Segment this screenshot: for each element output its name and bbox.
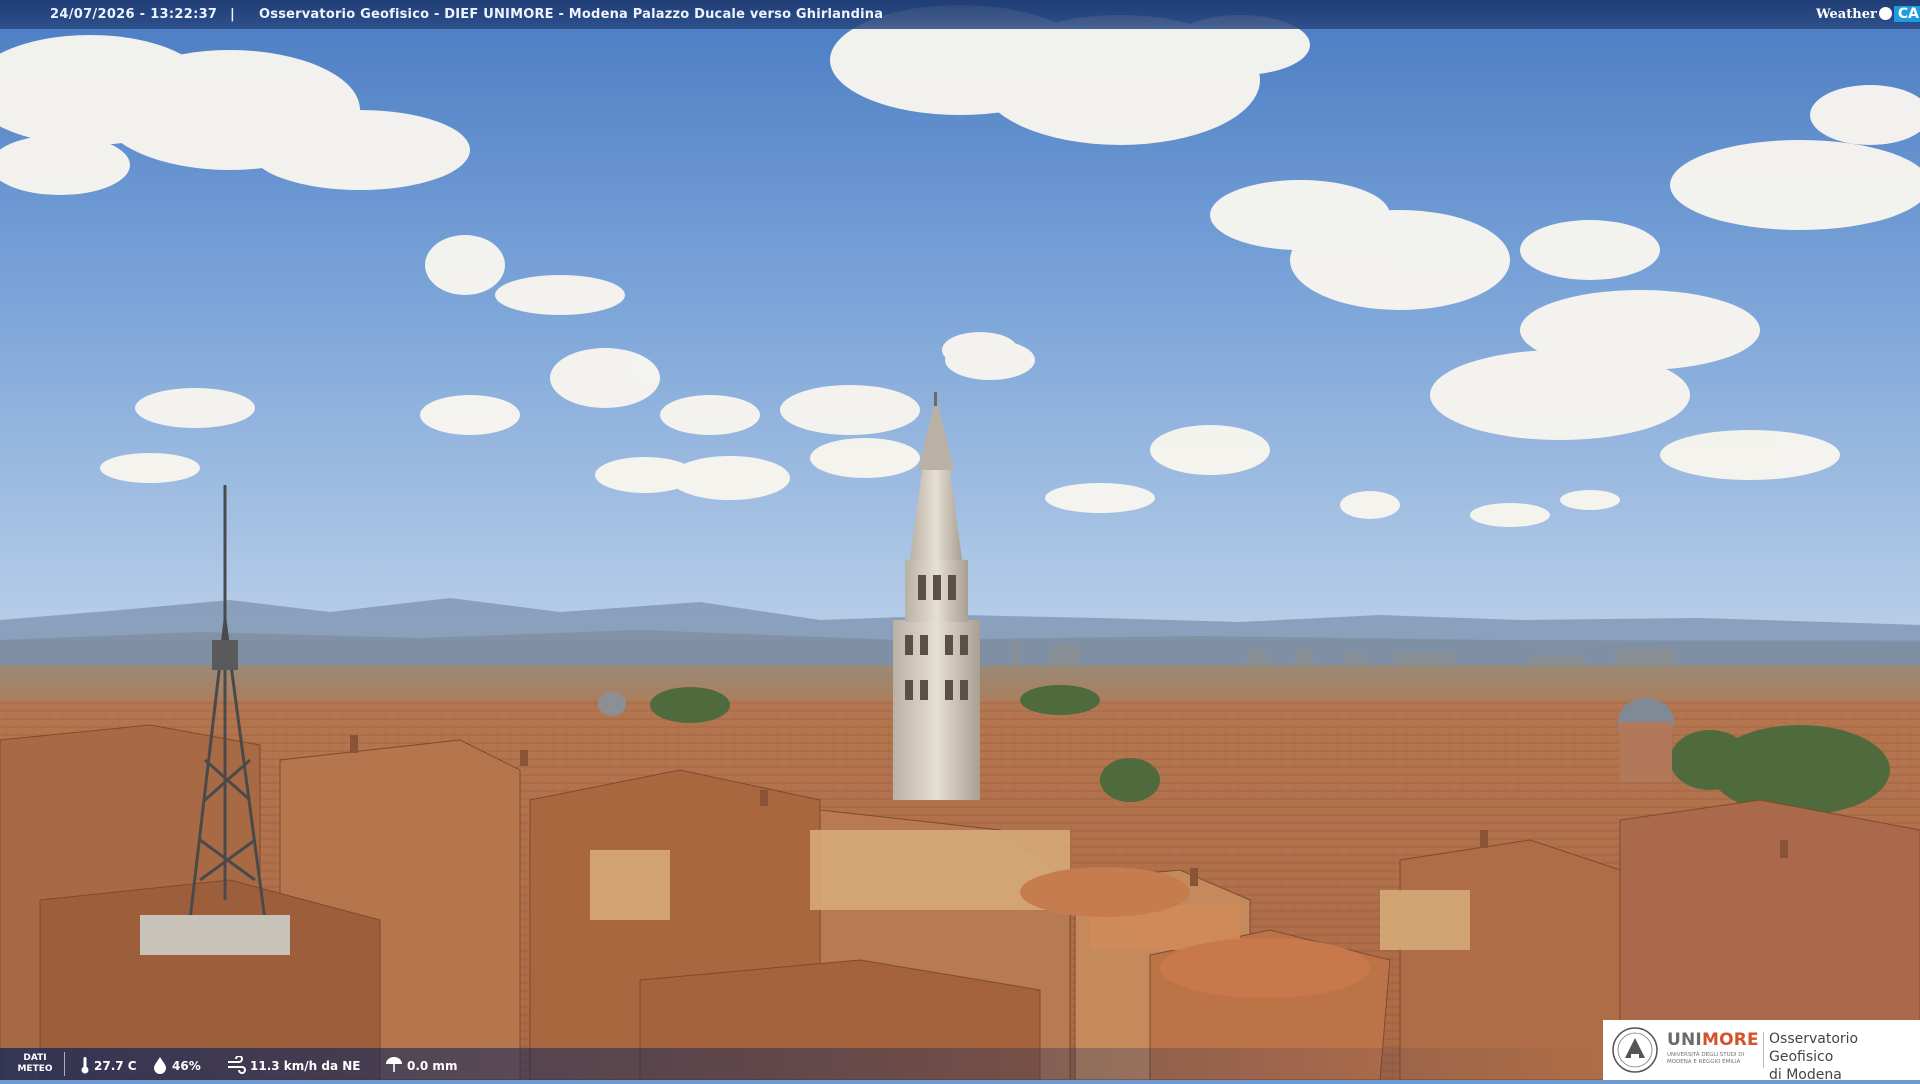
wind-icon <box>228 1055 246 1074</box>
thermometer-icon <box>81 1057 89 1074</box>
rain-icon <box>386 1057 402 1072</box>
observatory-line-2: di Modena <box>1769 1067 1842 1083</box>
rain-value: 0.0 mm <box>407 1059 458 1073</box>
logo-divider <box>1763 1032 1764 1068</box>
meteo-label: DATI METEO <box>17 1053 53 1074</box>
observatory-name: Osservatorio Geofisico di Modena <box>1769 1030 1920 1084</box>
logo-dot-icon <box>1878 7 1892 20</box>
observatory-line-1: Osservatorio Geofisico <box>1769 1031 1859 1065</box>
droplet-icon <box>154 1057 166 1074</box>
location-title: Osservatorio Geofisico - DIEF UNIMORE - … <box>259 7 884 22</box>
rain-reading: 0.0 mm <box>385 1056 457 1074</box>
unimore-wordmark: UNIMORE <box>1667 1030 1759 1050</box>
logo-cam-text: CAM <box>1893 6 1920 22</box>
wind-reading: 11.3 km/h da NE <box>226 1055 361 1074</box>
wind-value: 11.3 km/h da NE <box>250 1059 361 1073</box>
top-status-bar: 24/07/2026 - 13:22:37 | Osservatorio Geo… <box>0 0 1920 29</box>
unimore-uni: UNI <box>1667 1030 1702 1050</box>
mast-base <box>140 915 290 955</box>
unimore-logo-box: UNIMORE UNIVERSITÀ DEGLI STUDI DI MODENA… <box>1603 1020 1920 1083</box>
timestamp: 24/07/2026 - 13:22:37 <box>50 7 218 22</box>
logo-weather-text: Weather <box>1816 7 1877 22</box>
university-name: UNIVERSITÀ DEGLI STUDI DI MODENA E REGGI… <box>1667 1052 1745 1065</box>
separator: | <box>230 7 235 22</box>
humidity-value: 46% <box>172 1059 201 1073</box>
webcam-scene <box>0 0 1920 1080</box>
temperature-value: 27.7 C <box>94 1059 137 1073</box>
unimore-more: MORE <box>1701 1030 1759 1050</box>
temperature-reading: 27.7 C <box>80 1056 137 1074</box>
meteo-divider <box>64 1052 65 1076</box>
weathercam-logo: Weather CAM <box>1816 0 1920 29</box>
university-seal-icon <box>1612 1027 1658 1073</box>
humidity-reading: 46% <box>152 1056 201 1074</box>
meteo-strip: DATI METEO 27.7 C 46% 11.3 km/h da NE 0.… <box>0 1048 1600 1080</box>
